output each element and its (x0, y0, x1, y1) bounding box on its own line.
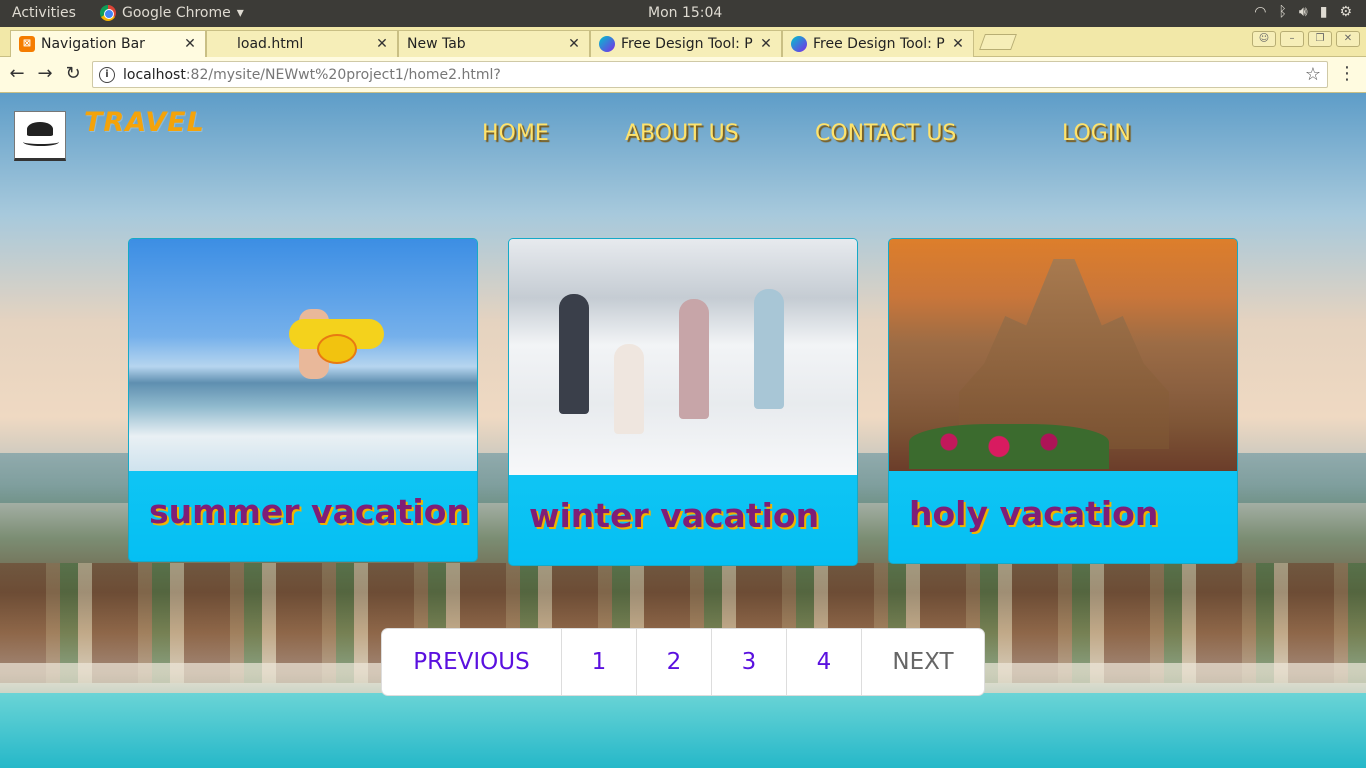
url-path: :82/mysite/NEWwt%20project1/home2.html? (185, 66, 501, 83)
site-logo[interactable] (14, 111, 66, 161)
close-icon[interactable]: ✕ (567, 36, 581, 52)
close-icon[interactable]: ✕ (375, 36, 389, 52)
close-icon[interactable]: ✕ (759, 36, 773, 52)
pagination-previous[interactable]: PREVIOUS (382, 629, 562, 695)
new-tab-button[interactable] (979, 34, 1017, 50)
card-caption: summer vacation (149, 492, 470, 531)
card-summer-vacation[interactable]: summer vacation (128, 238, 478, 562)
card-caption: winter vacation (529, 496, 820, 535)
tab-title: Free Design Tool: Pr (621, 36, 753, 52)
chrome-icon (100, 5, 116, 21)
reload-icon[interactable]: ↻ (62, 63, 84, 85)
volume-icon[interactable]: 🔊︎ (1299, 4, 1308, 20)
nav-contact-us[interactable]: CONTACT US (815, 121, 956, 146)
nav-home[interactable]: HOME (482, 121, 549, 146)
temple-figure (959, 259, 1169, 449)
web-page: TRAVEL HOME ABOUT US CONTACT US LOGIN su… (0, 93, 1366, 768)
card-winter-vacation[interactable]: winter vacation (508, 238, 858, 566)
flowers-figure (909, 424, 1109, 469)
pagination: PREVIOUS 1 2 3 4 NEXT (381, 628, 985, 696)
logo-mark (27, 122, 53, 136)
card-caption: holy vacation (909, 494, 1159, 533)
address-bar[interactable]: i localhost :82/mysite/NEWwt%20project1/… (92, 61, 1328, 88)
tab-title: Free Design Tool: Pr (813, 36, 945, 52)
duck-float (317, 334, 357, 364)
close-icon[interactable]: ✕ (183, 36, 197, 52)
profile-icon[interactable]: ☺ (1252, 31, 1276, 47)
card-holy-vacation[interactable]: holy vacation (888, 238, 1238, 564)
child-figure (614, 344, 644, 434)
battery-icon[interactable]: ▮ (1320, 4, 1328, 20)
tab-navigation-bar[interactable]: ⊠ Navigation Bar ✕ (10, 30, 206, 57)
back-icon[interactable]: ← (6, 63, 28, 85)
system-tray: ◠ ᛒ 🔊︎ ▮ ⚙︎ (1254, 4, 1352, 20)
window-controls: ☺ – ❐ ✕ (1252, 31, 1360, 47)
info-icon[interactable]: i (99, 66, 115, 83)
app-name: Google Chrome (122, 5, 231, 21)
person-figure (754, 289, 784, 409)
tab-title: load.html (237, 36, 304, 52)
tab-title: Navigation Bar (41, 36, 145, 52)
power-icon[interactable]: ⚙︎ (1339, 4, 1352, 20)
tab-strip: ⊠ Navigation Bar ✕ load.html ✕ New Tab ✕… (0, 27, 1366, 57)
url-host: localhost (123, 66, 186, 83)
activities-button[interactable]: Activities (12, 5, 76, 21)
system-top-bar: Activities Google Chrome ▾ Mon 15:04 ◠ ᛒ… (0, 0, 1366, 27)
tab-load-html[interactable]: load.html ✕ (206, 30, 398, 57)
pagination-next[interactable]: NEXT (862, 629, 984, 695)
canva-icon (599, 36, 615, 52)
restore-button[interactable]: ❐ (1308, 31, 1332, 47)
pagination-page-2[interactable]: 2 (637, 629, 712, 695)
menu-dots-icon[interactable]: ⋮ (1338, 63, 1356, 84)
tab-new-tab[interactable]: New Tab ✕ (398, 30, 590, 57)
pagination-page-3[interactable]: 3 (712, 629, 787, 695)
logo-script (23, 138, 59, 146)
clock[interactable]: Mon 15:04 (648, 5, 722, 21)
blank-page-icon (215, 36, 231, 52)
pagination-page-4[interactable]: 4 (787, 629, 862, 695)
person-figure (679, 299, 709, 419)
nav-login[interactable]: LOGIN (1062, 121, 1131, 146)
tab-canva-2[interactable]: Free Design Tool: Pr ✕ (782, 30, 974, 57)
card-image-summer (129, 239, 477, 471)
app-menu[interactable]: Google Chrome ▾ (100, 5, 244, 21)
wifi-icon[interactable]: ◠ (1254, 4, 1266, 20)
chevron-down-icon: ▾ (236, 5, 244, 21)
bookmark-star-icon[interactable]: ☆ (1305, 64, 1321, 85)
canva-icon (791, 36, 807, 52)
browser-toolbar: ← → ↻ i localhost :82/mysite/NEWwt%20pro… (0, 57, 1366, 93)
close-icon[interactable]: ✕ (951, 36, 965, 52)
brand-title: TRAVEL (84, 107, 205, 138)
card-image-holy (889, 239, 1237, 471)
person-figure (559, 294, 589, 414)
bluetooth-icon[interactable]: ᛒ (1278, 4, 1286, 20)
pagination-page-1[interactable]: 1 (562, 629, 637, 695)
card-image-winter (509, 239, 857, 475)
minimize-button[interactable]: – (1280, 31, 1304, 47)
forward-icon[interactable]: → (34, 63, 56, 85)
tab-title: New Tab (407, 36, 466, 52)
close-window-button[interactable]: ✕ (1336, 31, 1360, 47)
tab-canva-1[interactable]: Free Design Tool: Pr ✕ (590, 30, 782, 57)
xampp-icon: ⊠ (19, 36, 35, 52)
background-lagoon (0, 693, 1366, 768)
nav-about-us[interactable]: ABOUT US (625, 121, 739, 146)
